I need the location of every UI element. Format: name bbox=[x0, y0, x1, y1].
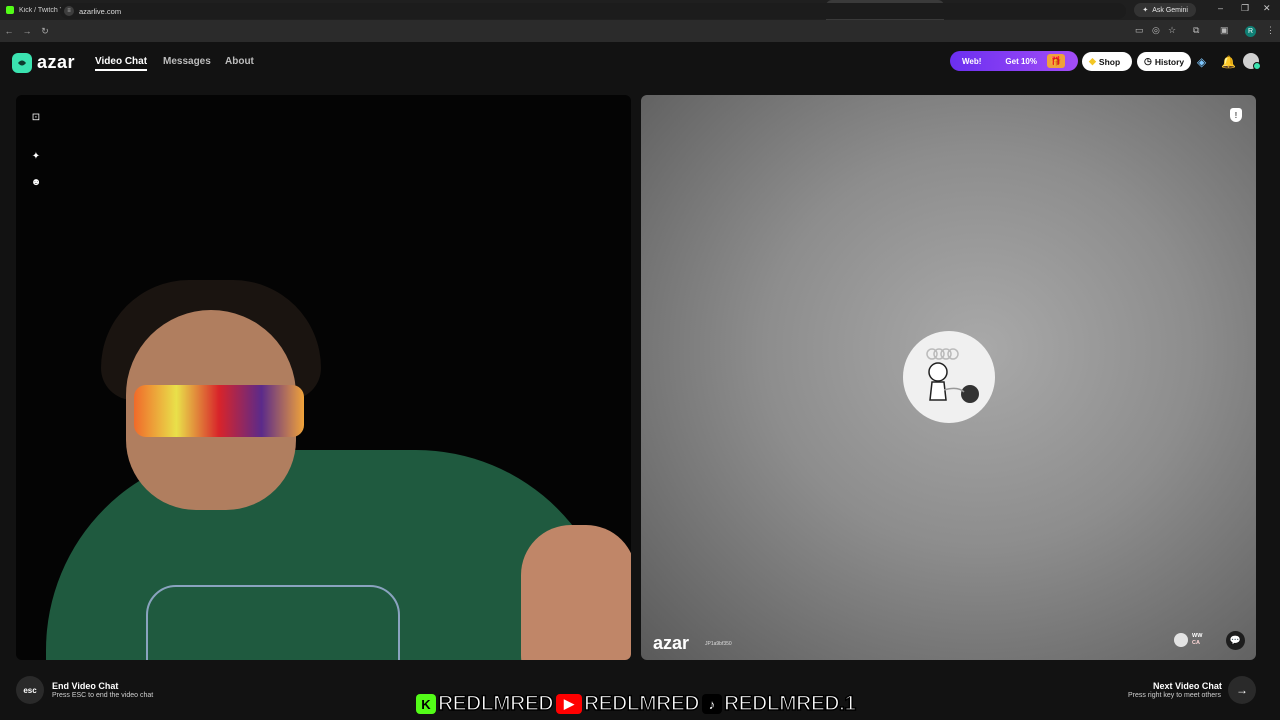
kick-icon: K bbox=[416, 694, 436, 714]
eye-off-icon[interactable]: ◎ bbox=[1152, 25, 1160, 36]
site-info-icon[interactable]: ≡ bbox=[64, 6, 74, 16]
face-filter-icon[interactable]: ☻ bbox=[30, 176, 42, 188]
azar-logo-icon bbox=[12, 52, 32, 73]
azar-brand-text: azar bbox=[37, 52, 76, 72]
gift-box-icon: 🎁 bbox=[1046, 54, 1065, 68]
url-field[interactable]: ≡ azarlive.com bbox=[60, 3, 1126, 19]
history-button[interactable]: ◷ History bbox=[1137, 52, 1191, 71]
user-avatar-icon[interactable] bbox=[1243, 53, 1261, 70]
more-menu-icon[interactable]: ⋮ bbox=[1266, 25, 1275, 36]
azar-header: azar Video Chat Messages About Web! Get … bbox=[0, 42, 1280, 82]
tiktok-icon: ♪ bbox=[702, 694, 722, 714]
partner-video-panel: ! azar JP1a9bf350 WW CA 💬 bbox=[641, 95, 1256, 660]
bell-icon[interactable]: 🔔 bbox=[1221, 55, 1236, 69]
gem-icon: ◆ bbox=[1089, 56, 1096, 66]
minimize-icon[interactable]: – bbox=[1218, 3, 1223, 13]
shop-label: Shop bbox=[1098, 56, 1121, 67]
youtube-icon: ▶ bbox=[556, 694, 582, 714]
history-label: History bbox=[1154, 56, 1185, 67]
nav-messages[interactable]: Messages bbox=[163, 56, 211, 67]
effects-wand-icon[interactable]: ✦ bbox=[30, 150, 42, 162]
online-status-dot bbox=[1253, 62, 1261, 70]
social-handles-overlay: K REDLMRED ▶ REDLMRED ♪ REDLMRED.1 bbox=[416, 690, 859, 718]
partner-info-badge[interactable]: WW CA bbox=[1174, 631, 1224, 649]
nav-about[interactable]: About bbox=[225, 56, 254, 67]
next-chat-title: Next Video Chat bbox=[1153, 681, 1222, 691]
self-video-panel: ⊡ ✦ ☻ bbox=[16, 95, 631, 660]
esc-key-button[interactable]: esc bbox=[16, 676, 44, 704]
next-arrow-button[interactable]: → bbox=[1228, 676, 1256, 704]
azar-watermark: azar bbox=[653, 633, 690, 653]
next-chat-hint: Press right key to meet others bbox=[1128, 692, 1221, 699]
promo-banner[interactable]: Web! Get 10% 🎁 bbox=[950, 51, 1078, 71]
nav-video-chat[interactable]: Video Chat bbox=[95, 56, 148, 71]
extensions-icon[interactable]: ⧉ bbox=[1193, 25, 1199, 36]
chat-bubble-icon[interactable]: 💬 bbox=[1226, 631, 1245, 650]
end-chat-hint: Press ESC to end the video chat bbox=[52, 692, 154, 699]
partner-small-avatar bbox=[1174, 633, 1188, 647]
gem-wallet-icon[interactable]: ◈ bbox=[1197, 55, 1206, 69]
partner-id-text: JP1a9bf350 bbox=[705, 641, 732, 647]
shop-button[interactable]: ◆ Shop bbox=[1082, 52, 1132, 71]
switch-layout-icon[interactable]: ⊡ bbox=[30, 111, 42, 123]
tab-favicon-icon bbox=[6, 6, 14, 14]
back-icon[interactable]: ← bbox=[0, 26, 18, 36]
gemini-icon: ✦ bbox=[1142, 7, 1149, 14]
partner-meta-line2: CA bbox=[1192, 640, 1200, 646]
promo-discount-text: Get 10% bbox=[1005, 56, 1037, 66]
ask-gemini-label: Ask Gemini bbox=[1152, 6, 1188, 14]
restore-icon[interactable]: ❐ bbox=[1241, 3, 1249, 14]
shirt-graphic bbox=[146, 585, 400, 660]
partner-meta-line1: WW bbox=[1192, 633, 1203, 639]
bookmark-star-icon[interactable]: ☆ bbox=[1168, 25, 1176, 36]
forward-icon[interactable]: → bbox=[18, 26, 36, 36]
report-shield-icon[interactable]: ! bbox=[1230, 108, 1242, 122]
promo-web-text: Web! bbox=[962, 56, 982, 66]
partner-avatar-image bbox=[903, 331, 995, 423]
azar-logo[interactable]: azar bbox=[12, 52, 75, 73]
clock-icon: ◷ bbox=[1144, 56, 1152, 66]
ask-gemini-button[interactable]: ✦ Ask Gemini bbox=[1134, 3, 1196, 17]
end-chat-title: End Video Chat bbox=[52, 681, 119, 691]
address-bar-row: ← → ↻ bbox=[0, 20, 1280, 42]
profile-avatar[interactable]: R bbox=[1245, 26, 1256, 37]
person-sunglasses bbox=[134, 385, 304, 437]
kick-handle: REDLMRED bbox=[437, 691, 554, 716]
youtube-handle: REDLMRED bbox=[583, 691, 700, 716]
person-arm bbox=[521, 525, 631, 660]
close-window-icon[interactable]: ✕ bbox=[1263, 3, 1271, 14]
sidepanel-icon[interactable]: ▣ bbox=[1220, 25, 1229, 36]
cast-icon[interactable]: ▭ bbox=[1135, 25, 1144, 36]
tiktok-handle: REDLMRED.1 bbox=[723, 691, 857, 716]
reload-icon[interactable]: ↻ bbox=[36, 26, 54, 37]
url-text: azarlive.com bbox=[79, 6, 122, 16]
